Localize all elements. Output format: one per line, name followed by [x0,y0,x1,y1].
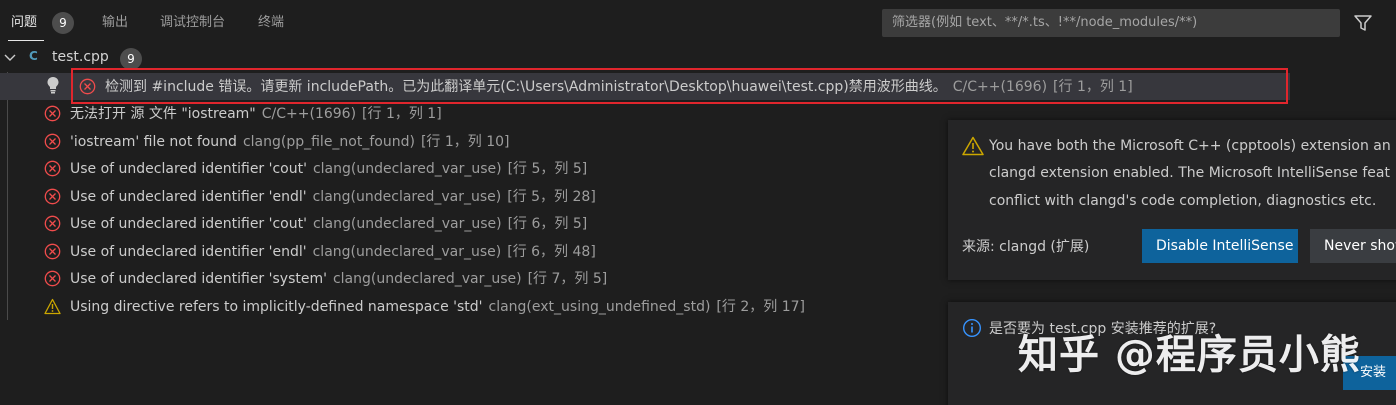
problem-message: Using directive refers to implicitly-def… [70,299,805,315]
problem-message: 无法打开 源 文件 "iostream" C/C++(1696) [行 1，列 1] [70,106,442,122]
problem-position: [行 7，列 5] [527,271,608,287]
warning-icon [962,136,984,156]
problem-row[interactable]: Use of undeclared identifier 'cout' clang… [0,155,940,182]
problem-message: Use of undeclared identifier 'cout' clang… [70,161,588,177]
lightbulb-icon[interactable] [46,76,60,94]
notification-text: conflict with clangd's code completion, … [989,193,1377,209]
error-icon [44,215,61,232]
notification-text: clangd extension enabled. The Microsoft … [989,165,1390,181]
problem-position: [行 5，列 28] [507,189,596,205]
problem-row[interactable]: Use of undeclared identifier 'endl' clang… [0,238,940,265]
info-icon [962,318,982,338]
problem-position: [行 2，列 17] [716,299,805,315]
tab-terminal[interactable]: 终端 [258,14,284,32]
problem-position: [行 6，列 5] [507,216,588,232]
watermark: 知乎 @程序员小熊 [1018,332,1361,378]
chevron-down-icon[interactable] [3,51,17,65]
highlight-box [71,68,1288,104]
problem-row[interactable]: Use of undeclared identifier 'system' cla… [0,265,940,292]
file-node[interactable]: C test.cpp 9 [0,46,1396,70]
error-icon [44,270,61,287]
problem-source: clang(undeclared_var_use) [312,216,502,232]
error-icon [44,243,61,260]
problem-position: [行 1，列 1] [362,106,442,122]
problem-message: Use of undeclared identifier 'system' cla… [70,271,608,287]
tab-problems[interactable]: 问题 [11,14,37,32]
problem-message: Use of undeclared identifier 'cout' clang… [70,216,588,232]
problem-row[interactable]: Using directive refers to implicitly-def… [0,293,940,320]
error-icon [44,188,61,205]
problem-row[interactable]: 'iostream' file not found clang(pp_file_n… [0,128,940,155]
problem-message: Use of undeclared identifier 'endl' clang… [70,189,596,205]
problem-position: [行 5，列 5] [507,161,588,177]
problem-position: [行 1，列 10] [420,134,510,150]
problem-row[interactable]: 无法打开 源 文件 "iostream" C/C++(1696) [行 1，列 1] [0,100,940,127]
problem-source: clang(undeclared_var_use) [312,244,502,260]
panel-tabbar: 问题 9 输出 调试控制台 终端 筛选器(例如 text、**/*.ts、!**… [0,0,1396,44]
active-tab-indicator [8,40,44,41]
notification-source: 来源: clangd (扩展) [962,239,1090,255]
problem-position: [行 6，列 48] [507,244,596,260]
problem-source: C/C++(1696) [261,106,357,122]
error-icon [44,105,61,122]
problem-message: Use of undeclared identifier 'endl' clang… [70,244,596,260]
notification-text: You have both the Microsoft C++ (cpptool… [989,138,1391,154]
problem-source: clang(undeclared_var_use) [312,189,502,205]
error-icon [44,160,61,177]
warning-icon [44,298,61,315]
problem-row[interactable]: Use of undeclared identifier 'endl' clang… [0,183,940,210]
filter-icon[interactable] [1352,12,1374,34]
disable-intellisense-button[interactable]: Disable IntelliSense [1142,229,1298,263]
problem-source: clang(undeclared_var_use) [332,271,522,287]
problems-count-badge: 9 [52,12,74,34]
filter-input[interactable]: 筛选器(例如 text、**/*.ts、!**/node_modules/**) [882,9,1340,37]
tab-output[interactable]: 输出 [102,14,128,32]
problem-row[interactable]: Use of undeclared identifier 'cout' clang… [0,210,940,237]
never-show-button[interactable]: Never show [1310,229,1396,263]
tab-debug-console[interactable]: 调试控制台 [160,14,225,32]
file-problem-count: 9 [120,48,142,70]
notification-toast: You have both the Microsoft C++ (cpptool… [948,120,1396,280]
error-icon [44,133,61,150]
problem-source: clang(undeclared_var_use) [312,161,502,177]
file-name: test.cpp [52,49,109,65]
problem-message: 'iostream' file not found clang(pp_file_n… [70,134,510,150]
problem-source: clang(pp_file_not_found) [242,134,415,150]
problem-source: clang(ext_using_undefined_std) [488,299,711,315]
cpp-file-icon: C [29,49,38,63]
